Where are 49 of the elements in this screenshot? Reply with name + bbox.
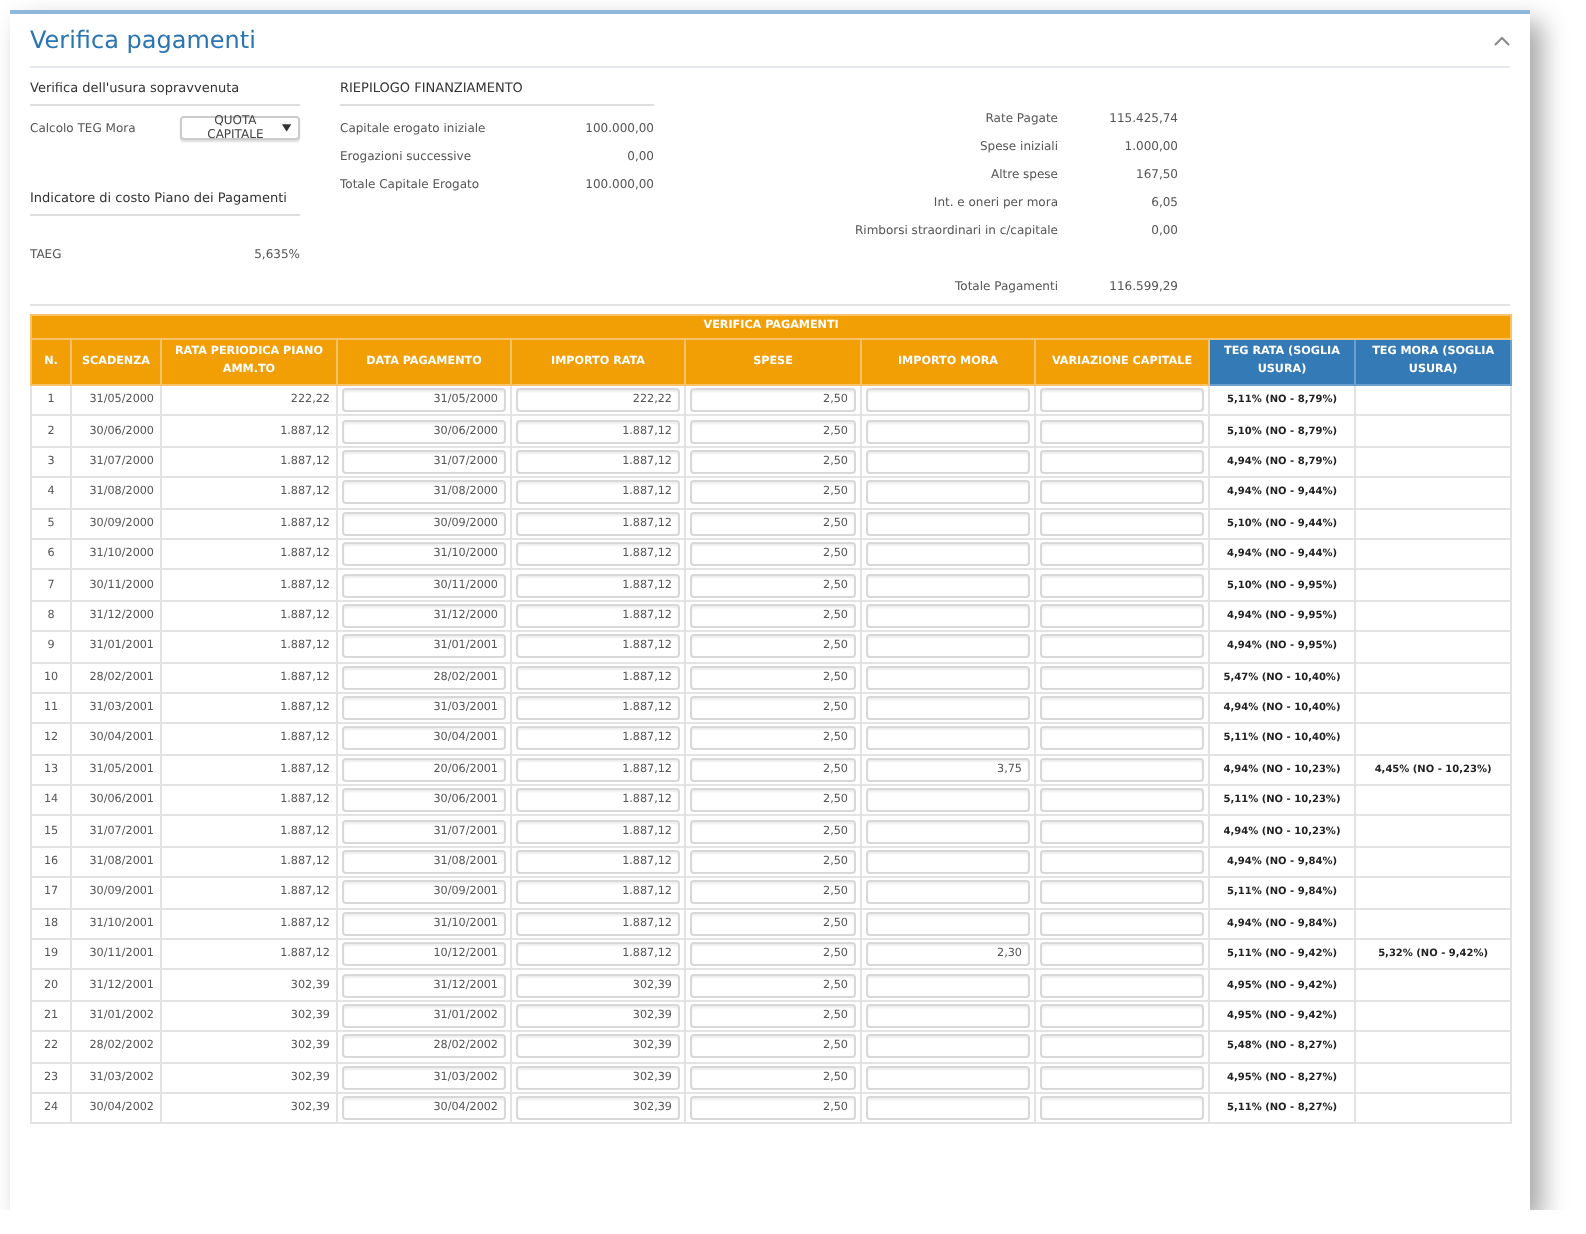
input-field[interactable] bbox=[866, 634, 1030, 659]
input-field[interactable] bbox=[866, 480, 1030, 505]
input-field[interactable] bbox=[1040, 973, 1204, 998]
panel-title: Verifica pagamenti bbox=[30, 26, 256, 54]
input-field[interactable] bbox=[866, 665, 1030, 690]
collapse-chevron-icon[interactable] bbox=[1494, 35, 1510, 45]
input-field[interactable] bbox=[866, 1004, 1030, 1028]
input-field[interactable] bbox=[1040, 880, 1204, 905]
input-field[interactable] bbox=[1040, 942, 1204, 967]
input-field[interactable] bbox=[866, 603, 1030, 628]
input-field[interactable] bbox=[1040, 1004, 1204, 1028]
input-field[interactable] bbox=[866, 449, 1030, 474]
input-field[interactable] bbox=[1040, 850, 1204, 875]
input-field[interactable] bbox=[1040, 757, 1204, 782]
input-field[interactable] bbox=[866, 880, 1030, 905]
input-field[interactable] bbox=[1040, 603, 1204, 628]
input-field[interactable] bbox=[866, 819, 1030, 844]
input-field[interactable] bbox=[866, 388, 1030, 413]
input-field[interactable] bbox=[866, 726, 1030, 751]
input-field[interactable] bbox=[866, 911, 1030, 936]
input-field[interactable] bbox=[866, 1096, 1030, 1121]
input-field[interactable] bbox=[1040, 1096, 1204, 1121]
input-field[interactable] bbox=[1040, 819, 1204, 844]
input-field[interactable] bbox=[1040, 665, 1204, 690]
input-field[interactable] bbox=[866, 573, 1030, 598]
input-field[interactable] bbox=[866, 788, 1030, 813]
input-field[interactable] bbox=[1040, 449, 1204, 474]
input-field[interactable] bbox=[1040, 911, 1204, 936]
input-field[interactable] bbox=[1040, 726, 1204, 751]
input-field[interactable] bbox=[1040, 634, 1204, 659]
input-field[interactable] bbox=[866, 696, 1030, 721]
input-field[interactable] bbox=[866, 1034, 1030, 1059]
input-field[interactable] bbox=[866, 1065, 1030, 1090]
input-field[interactable] bbox=[866, 511, 1030, 536]
input-field[interactable] bbox=[1040, 388, 1204, 413]
input-field[interactable] bbox=[866, 850, 1030, 875]
input-field[interactable] bbox=[1040, 511, 1204, 536]
input-field[interactable] bbox=[1040, 419, 1204, 444]
input-field[interactable] bbox=[1040, 1065, 1204, 1090]
input-field[interactable] bbox=[1040, 480, 1204, 505]
input-field[interactable] bbox=[866, 419, 1030, 444]
input-field[interactable] bbox=[1040, 573, 1204, 598]
caret-icon bbox=[282, 124, 292, 132]
input-field[interactable] bbox=[1040, 1034, 1204, 1059]
input-field[interactable] bbox=[866, 542, 1030, 567]
input-field[interactable] bbox=[866, 973, 1030, 998]
input-field[interactable] bbox=[1040, 542, 1204, 567]
input-field[interactable] bbox=[1040, 696, 1204, 721]
input-field[interactable] bbox=[1040, 788, 1204, 813]
